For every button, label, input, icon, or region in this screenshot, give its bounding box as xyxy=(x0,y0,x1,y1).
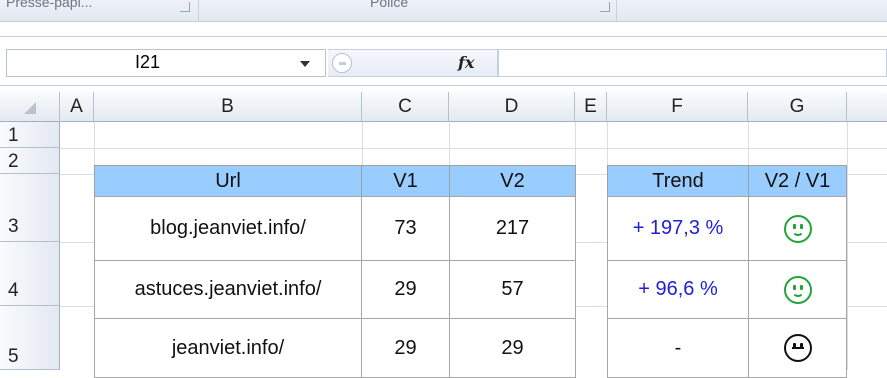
cell-d5-v2[interactable]: 29 xyxy=(449,318,576,378)
name-box-value: I21 xyxy=(135,52,161,72)
formula-bar: I21 fx xyxy=(0,36,887,86)
column-header-b[interactable]: B xyxy=(94,92,362,122)
formula-bar-resize-icon[interactable] xyxy=(332,53,352,73)
formula-input[interactable] xyxy=(498,49,887,77)
cell-g3-ratio[interactable] xyxy=(748,196,847,261)
column-header-e[interactable]: E xyxy=(575,92,607,122)
row-header-3[interactable]: 3 xyxy=(0,174,60,242)
smiley-happy-icon xyxy=(783,214,812,243)
formula-tools: fx xyxy=(328,49,498,77)
ribbon-group-clipboard-label: Presse-papi... xyxy=(6,0,93,10)
column-headers: A B C D E F G xyxy=(0,92,887,122)
clipboard-dialog-launcher-icon[interactable] xyxy=(180,2,190,12)
grid-line xyxy=(60,148,887,149)
cell-c4-v1[interactable]: 29 xyxy=(361,260,450,319)
select-all-corner[interactable] xyxy=(0,92,60,122)
smiley-happy-icon xyxy=(783,275,812,304)
ribbon-separator xyxy=(198,0,199,21)
row-header-1[interactable]: 1 xyxy=(0,122,60,148)
cell-c3-v1[interactable]: 73 xyxy=(361,196,450,261)
cell-d3-v2[interactable]: 217 xyxy=(449,196,576,261)
cell-b2-header-url[interactable]: Url xyxy=(94,165,362,197)
cell-b3-url[interactable]: blog.jeanviet.info/ xyxy=(94,196,362,261)
ribbon-separator xyxy=(616,0,617,21)
cell-f4-trend[interactable]: + 96,6 % xyxy=(607,260,749,319)
column-header-d[interactable]: D xyxy=(449,92,575,122)
column-header-g[interactable]: G xyxy=(748,92,847,122)
cell-f2-header-trend[interactable]: Trend xyxy=(607,165,749,197)
insert-function-icon[interactable]: fx xyxy=(458,53,474,72)
name-box[interactable]: I21 xyxy=(6,49,326,77)
cell-d4-v2[interactable]: 57 xyxy=(449,260,576,319)
row-header-5[interactable]: 5 xyxy=(0,306,60,370)
cell-b5-url[interactable]: jeanviet.info/ xyxy=(94,318,362,378)
chevron-down-icon[interactable] xyxy=(300,61,310,67)
cell-b4-url[interactable]: astuces.jeanviet.info/ xyxy=(94,260,362,319)
row-header-2[interactable]: 2 xyxy=(0,148,60,174)
row-header-4[interactable]: 4 xyxy=(0,242,60,306)
cell-c5-v1[interactable]: 29 xyxy=(361,318,450,378)
cell-d2-header-v2[interactable]: V2 xyxy=(449,165,576,197)
font-dialog-launcher-icon[interactable] xyxy=(600,2,610,12)
column-header-f[interactable]: F xyxy=(607,92,748,122)
ribbon-group-labels: Presse-papi... Police xyxy=(0,0,887,22)
cell-f3-trend[interactable]: + 197,3 % xyxy=(607,196,749,261)
ribbon-group-font-label: Police xyxy=(370,0,409,10)
select-all-icon xyxy=(24,102,36,114)
cell-g5-ratio[interactable] xyxy=(748,318,847,378)
cell-g2-header-ratio[interactable]: V2 / V1 xyxy=(748,165,847,197)
column-header-c[interactable]: C xyxy=(362,92,449,122)
cell-g4-ratio[interactable] xyxy=(748,260,847,319)
column-header-a[interactable]: A xyxy=(60,92,94,122)
cell-f5-trend[interactable]: - xyxy=(607,318,749,378)
smiley-neutral-icon xyxy=(783,334,812,362)
cell-c2-header-v1[interactable]: V1 xyxy=(361,165,450,197)
grid-line xyxy=(847,122,848,370)
